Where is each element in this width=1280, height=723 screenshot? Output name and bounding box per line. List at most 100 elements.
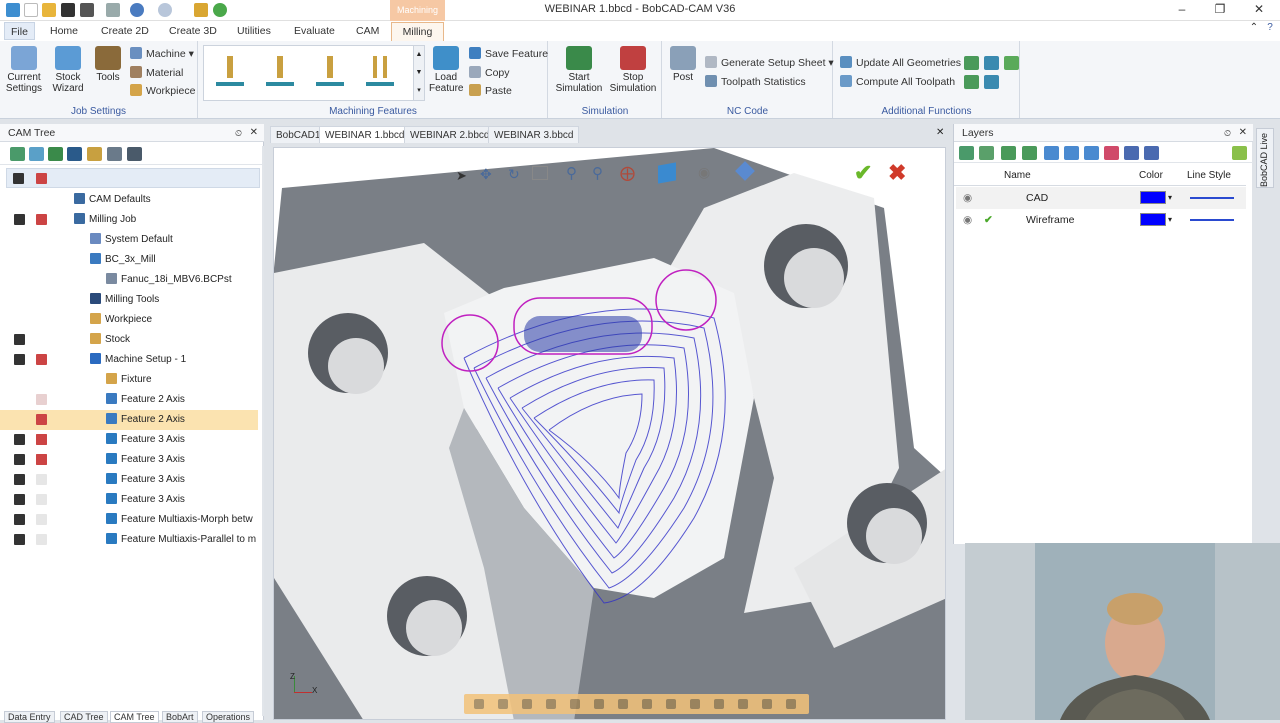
tree-item[interactable]: Feature 3 Axis	[0, 490, 258, 510]
sim-control-icon[interactable]	[594, 699, 604, 709]
layer-color-swatch[interactable]	[1140, 191, 1166, 204]
grid-icon[interactable]	[127, 147, 142, 161]
layers-pin-icon[interactable]: ⏲	[1224, 124, 1231, 142]
update-all-geometries-button[interactable]: Update All Geometries	[840, 55, 961, 71]
layer-color-swatch[interactable]	[1140, 213, 1166, 226]
layer-visible-icon[interactable]: ◉	[963, 209, 972, 231]
tree-item[interactable]: Milling Job	[0, 210, 258, 230]
tree-item[interactable]: Feature Multiaxis-Morph betw	[0, 510, 258, 530]
doc-tab-bobcad1[interactable]: BobCAD1	[270, 126, 327, 143]
tree-item[interactable]: Fixture	[0, 370, 258, 390]
new-layer-icon[interactable]	[979, 146, 994, 160]
layer-row-cad[interactable]: ◉ CAD ▾	[956, 187, 1246, 209]
minimize-button[interactable]: –	[1172, 2, 1192, 18]
arrow-down-icon[interactable]	[1084, 146, 1099, 160]
save-feature-button[interactable]: Save Feature	[469, 46, 548, 62]
plus-icon[interactable]	[1004, 56, 1019, 70]
tool-icon[interactable]	[87, 147, 102, 161]
toolpath-toggle-icon[interactable]	[36, 394, 47, 405]
sim-control-icon[interactable]	[690, 699, 700, 709]
tree-item[interactable]: BC_3x_Mill	[0, 250, 258, 270]
collapse-icon[interactable]	[29, 147, 44, 161]
tree-item[interactable]: Feature 3 Axis	[0, 470, 258, 490]
col-color[interactable]: Color	[1139, 166, 1163, 186]
feature-3axis-icon[interactable]	[266, 56, 294, 86]
visibility-toggle-icon[interactable]	[14, 514, 25, 525]
tag-icon[interactable]	[1232, 146, 1247, 160]
tree-item[interactable]: Feature 2 Axis	[0, 390, 258, 410]
zoom-fit-icon[interactable]: ⚲	[592, 164, 603, 182]
machine-button[interactable]: Machine ▾	[130, 46, 194, 62]
sim-control-icon[interactable]	[618, 699, 628, 709]
delete-layer-icon[interactable]	[1104, 146, 1119, 160]
rotate-icon[interactable]: ↻	[508, 166, 520, 183]
zoom-icon[interactable]: ⚲	[566, 164, 577, 182]
visibility-toggle-icon[interactable]	[14, 434, 25, 445]
move-up-icon[interactable]	[984, 56, 999, 70]
restore-button[interactable]: ❐	[1210, 2, 1230, 18]
export-icon[interactable]	[984, 75, 999, 89]
select-arrow-icon[interactable]: ➤	[456, 168, 467, 184]
sim-control-icon[interactable]	[738, 699, 748, 709]
window-zoom-icon[interactable]	[532, 166, 548, 180]
visibility-toggle-icon[interactable]	[14, 494, 25, 505]
layer-visible-icon[interactable]: ◉	[963, 187, 972, 209]
sim-control-icon[interactable]	[474, 699, 484, 709]
side-tab-bobcad-live[interactable]: BobCAD Live	[1256, 128, 1274, 188]
layer-copy-icon[interactable]	[1022, 146, 1037, 160]
pin-icon[interactable]: ⏲	[235, 124, 242, 142]
tab-evaluate[interactable]: Evaluate	[288, 22, 341, 40]
post-button[interactable]: Post	[669, 46, 697, 83]
layer-row-wireframe[interactable]: ◉ ✔ Wireframe ▾	[956, 209, 1246, 231]
tab-home[interactable]: Home	[44, 22, 84, 40]
bottom-tab-cam-tree[interactable]: CAM Tree	[110, 711, 159, 723]
tree-item[interactable]: Workpiece	[0, 310, 258, 330]
toolpath-toggle-icon[interactable]	[36, 434, 47, 445]
generate-setup-sheet-button[interactable]: Generate Setup Sheet ▾	[705, 55, 834, 71]
sim-control-icon[interactable]	[522, 699, 532, 709]
color-dropdown-icon[interactable]: ▾	[1168, 187, 1172, 209]
tree-item[interactable]: CAM Defaults	[0, 190, 258, 210]
list-icon[interactable]	[107, 147, 122, 161]
cancel-icon[interactable]: ✖	[888, 160, 906, 186]
tab-cam[interactable]: CAM	[350, 22, 385, 40]
workpiece-button[interactable]: Workpiece	[130, 83, 195, 99]
gallery-scroll[interactable]: ▲ ▼ ▾	[413, 46, 424, 100]
toolpath-toggle-icon[interactable]	[36, 514, 47, 525]
visibility-icon[interactable]: ◉	[698, 164, 710, 181]
close-doc-icon[interactable]: ✕	[936, 127, 944, 138]
tree-item[interactable]: Feature Multiaxis-Parallel to m	[0, 530, 258, 550]
col-linestyle[interactable]: Line Style	[1187, 166, 1231, 186]
visibility-toggle-icon[interactable]	[14, 474, 25, 485]
visibility-toggle-icon[interactable]	[14, 534, 25, 545]
visibility-toggle-icon[interactable]	[14, 454, 25, 465]
copy-button[interactable]: Copy	[469, 65, 510, 81]
sim-control-icon[interactable]	[498, 699, 508, 709]
edit-icon[interactable]	[67, 147, 82, 161]
import-icon[interactable]	[964, 75, 979, 89]
add-icon[interactable]	[964, 56, 979, 70]
view-cube-icon[interactable]	[658, 162, 676, 184]
help-icon[interactable]: ?	[1260, 22, 1280, 38]
sim-control-icon[interactable]	[786, 699, 796, 709]
line-style-sample[interactable]	[1190, 219, 1234, 221]
tree-item[interactable]: Milling Tools	[0, 290, 258, 310]
accept-icon[interactable]: ✔	[854, 160, 872, 186]
bottom-tab-operations[interactable]: Operations	[202, 711, 255, 723]
toolpath-toggle-icon[interactable]	[36, 414, 47, 425]
load-feature-button[interactable]: Load Feature	[429, 46, 463, 94]
active-layer-check-icon[interactable]: ✔	[984, 209, 993, 231]
tree-item[interactable]: Feature 2 Axis	[0, 410, 258, 430]
tab-file[interactable]: File	[4, 22, 35, 40]
add-layer-icon[interactable]	[959, 146, 974, 160]
sim-control-icon[interactable]	[762, 699, 772, 709]
layers-close-icon[interactable]: ✕	[1239, 124, 1247, 142]
feature-2axis-icon[interactable]	[216, 56, 244, 86]
line-style-sample[interactable]	[1190, 197, 1234, 199]
toolpath-toggle-icon[interactable]	[36, 214, 47, 225]
close-window-button[interactable]: ✕	[1249, 2, 1269, 18]
doc-tab-webinar1[interactable]: WEBINAR 1.bbcd	[319, 126, 411, 143]
toolpath-statistics-button[interactable]: Toolpath Statistics	[705, 74, 806, 90]
compute-all-toolpath-button[interactable]: Compute All Toolpath	[840, 74, 955, 90]
sim-control-icon[interactable]	[714, 699, 724, 709]
